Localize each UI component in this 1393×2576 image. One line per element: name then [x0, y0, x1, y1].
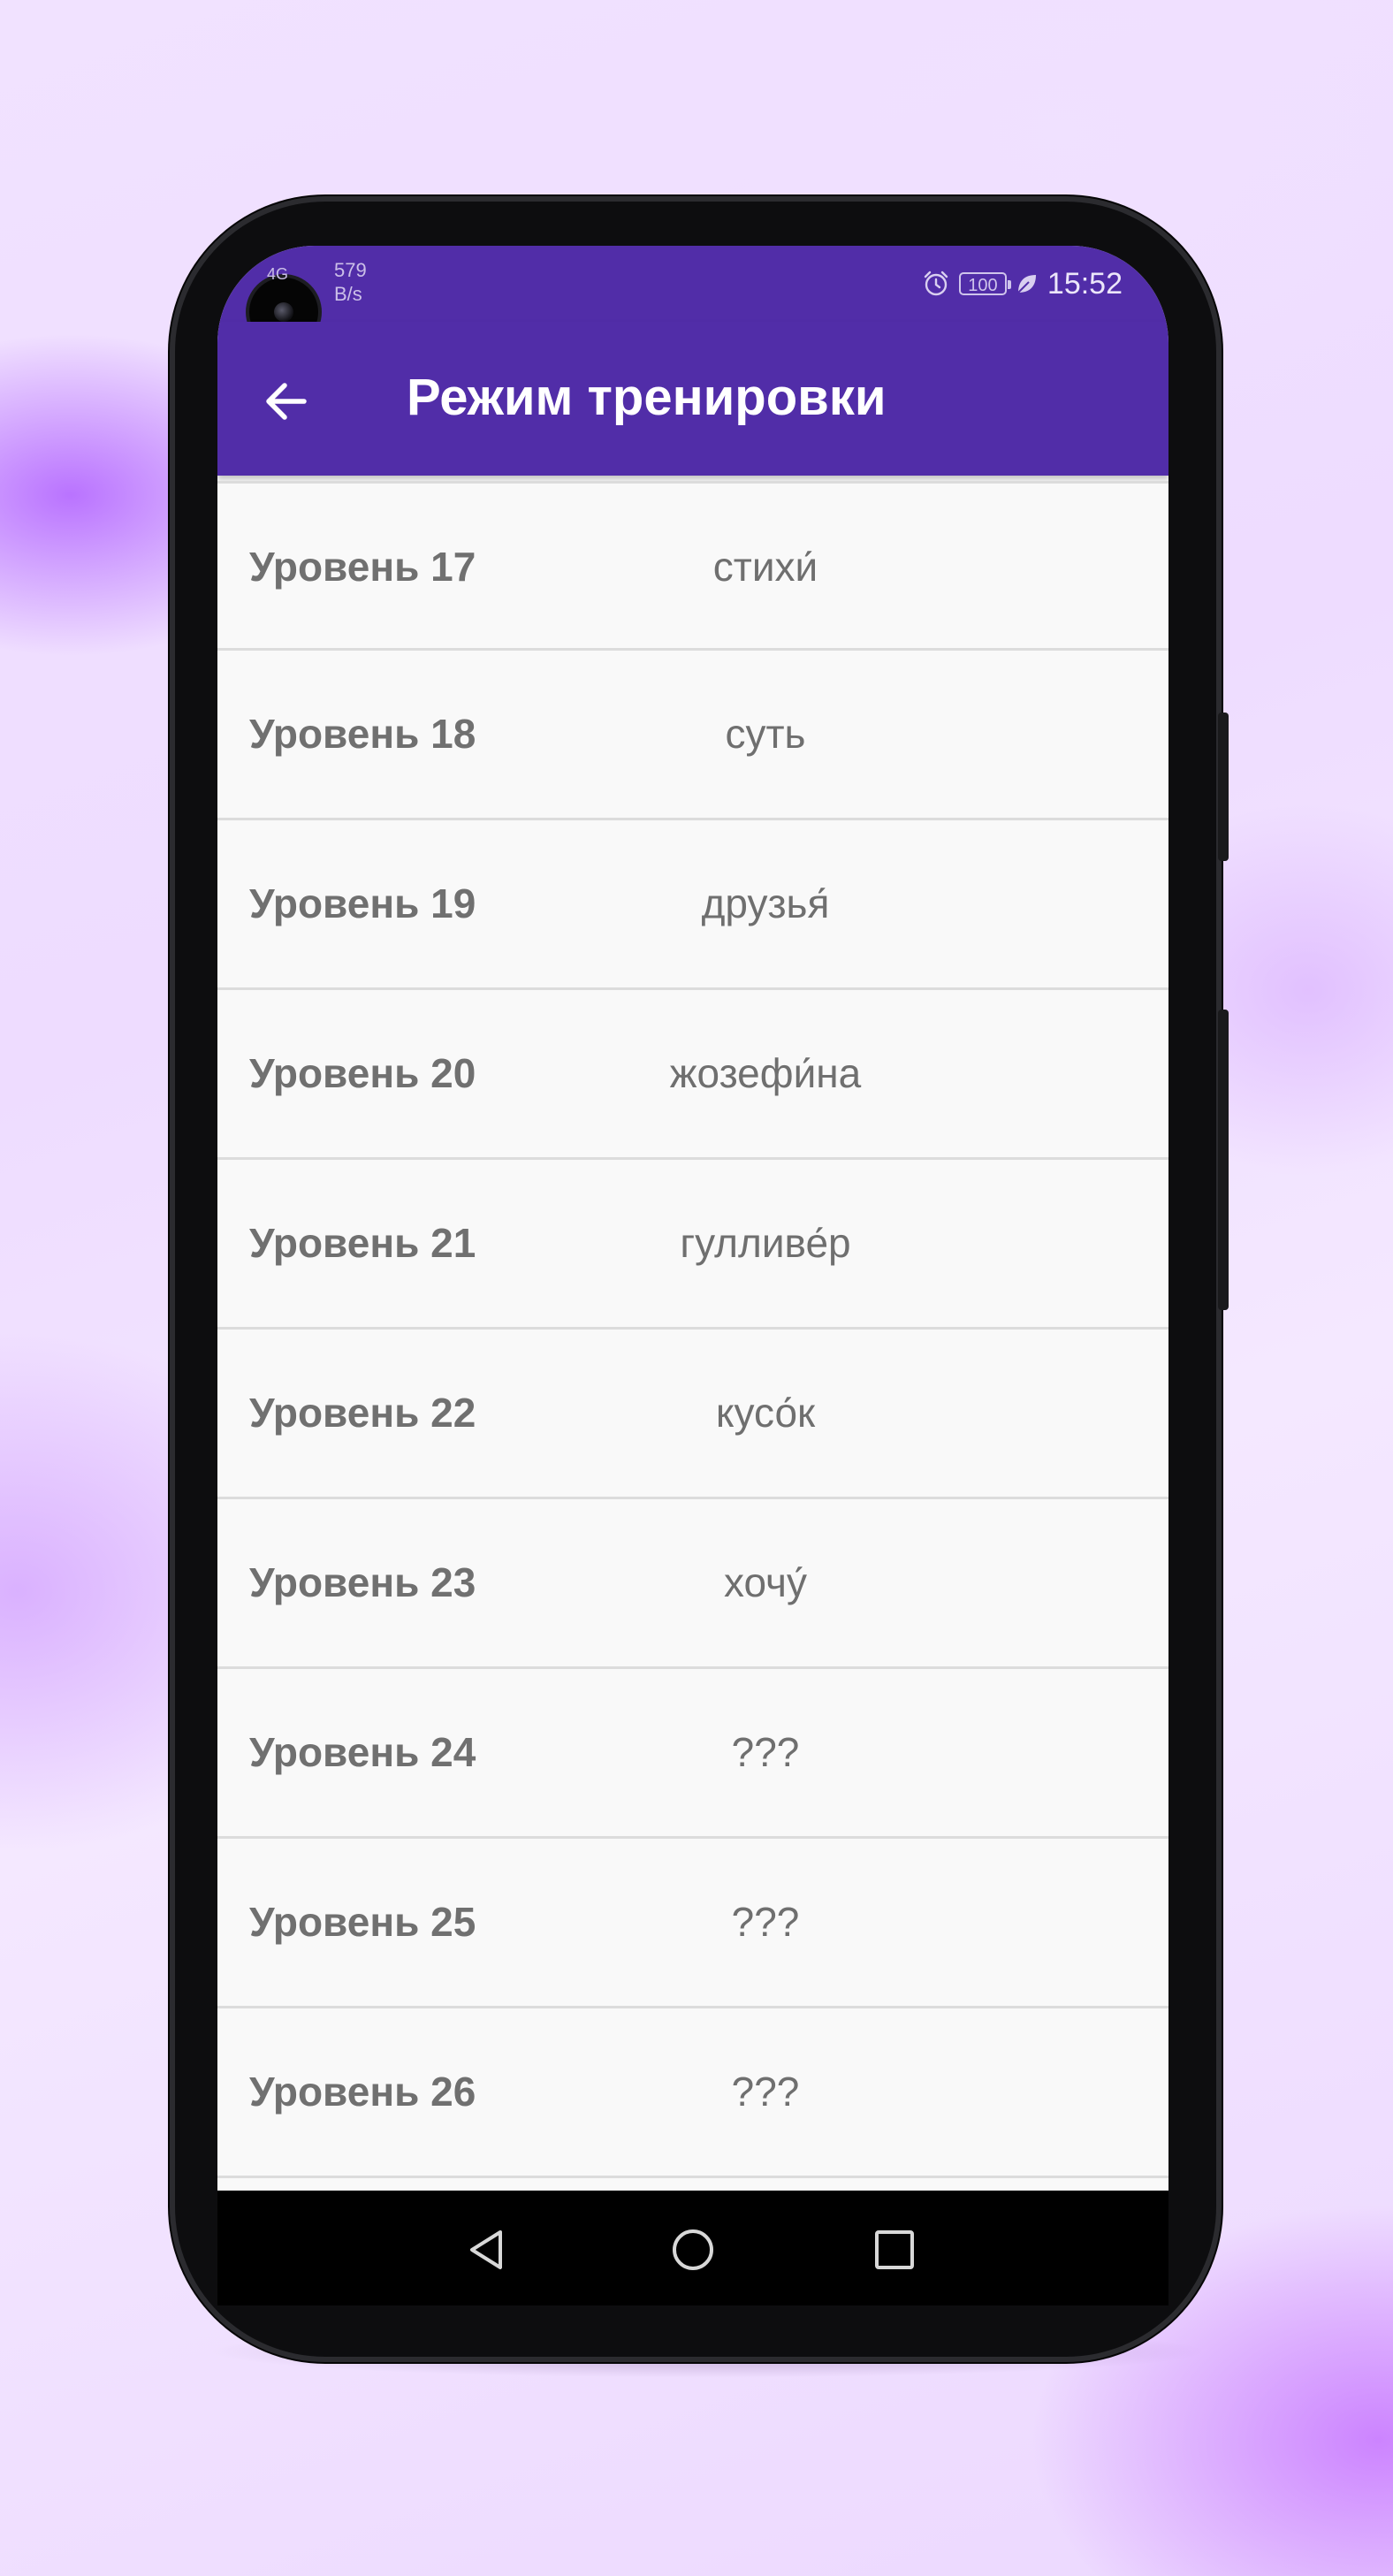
level-label: Уровень 17: [249, 544, 476, 590]
battery-level: 100: [968, 276, 998, 295]
volume-button: [1218, 713, 1229, 861]
level-word: кусо́к: [715, 1390, 816, 1436]
alarm-icon: [924, 271, 948, 296]
level-label: Уровень 23: [249, 1559, 476, 1605]
signal-icon: 4G: [267, 265, 288, 284]
network-type: 4G: [267, 265, 289, 283]
level-word: ???: [731, 1729, 800, 1775]
home-circle-icon[interactable]: [671, 2228, 715, 2272]
list-item[interactable]: Уровень 23 хочу́: [217, 1499, 1168, 1669]
list-item[interactable]: Уровень 22 кусо́к: [217, 1330, 1168, 1499]
levels-list: Уровень 17 стихи́ Уровень 18 суть Уровен…: [217, 481, 1168, 2178]
leaf-icon: [1017, 275, 1036, 293]
level-label: Уровень 25: [249, 1899, 476, 1945]
list-item[interactable]: Уровень 25 ???: [217, 1839, 1168, 2008]
level-label: Уровень 26: [249, 2069, 476, 2115]
level-word: суть: [725, 711, 806, 757]
network-speed-value: 579: [334, 259, 367, 281]
level-word: хочу́: [723, 1559, 808, 1605]
arrow-left-icon[interactable]: [260, 375, 313, 428]
level-word: стихи́: [712, 544, 818, 590]
status-bar: 4G 579 B/s 100 15:52: [217, 246, 1168, 347]
list-item[interactable]: Уровень 19 друзья́: [217, 820, 1168, 990]
level-label: Уровень 19: [249, 880, 476, 926]
app-screen: 4G 579 B/s 100 15:52 Режим тренировки Ур…: [217, 246, 1168, 2191]
app-bar: Режим тренировки: [217, 322, 1168, 476]
back-triangle-icon[interactable]: [465, 2228, 509, 2272]
list-item[interactable]: Уровень 17 стихи́: [217, 481, 1168, 651]
battery-icon: 100: [958, 272, 1011, 295]
level-label: Уровень 24: [249, 1729, 476, 1775]
list-item[interactable]: Уровень 26 ???: [217, 2008, 1168, 2178]
clock: 15:52: [1047, 266, 1123, 301]
status-icons: 100 15:52: [922, 263, 1123, 304]
level-word: ???: [731, 1899, 800, 1945]
network-speed-unit: B/s: [334, 283, 362, 305]
level-word: гулливе́р: [680, 1220, 851, 1266]
page-title: Режим тренировки: [407, 369, 887, 426]
list-item[interactable]: Уровень 24 ???: [217, 1669, 1168, 1839]
system-nav-bar: [217, 2191, 1168, 2305]
level-label: Уровень 21: [249, 1220, 476, 1266]
level-word: друзья́: [701, 880, 830, 926]
recents-square-icon[interactable]: [872, 2228, 917, 2272]
level-word: жозефи́на: [669, 1050, 862, 1096]
list-item[interactable]: Уровень 20 жозефи́на: [217, 990, 1168, 1160]
level-label: Уровень 22: [249, 1390, 476, 1436]
list-item[interactable]: Уровень 21 гулливе́р: [217, 1160, 1168, 1330]
network-speed: 579 B/s: [334, 258, 367, 306]
power-button: [1218, 1010, 1229, 1310]
level-label: Уровень 18: [249, 711, 476, 757]
level-word: ???: [731, 2069, 800, 2115]
level-label: Уровень 20: [249, 1050, 476, 1096]
list-item[interactable]: Уровень 18 суть: [217, 651, 1168, 820]
